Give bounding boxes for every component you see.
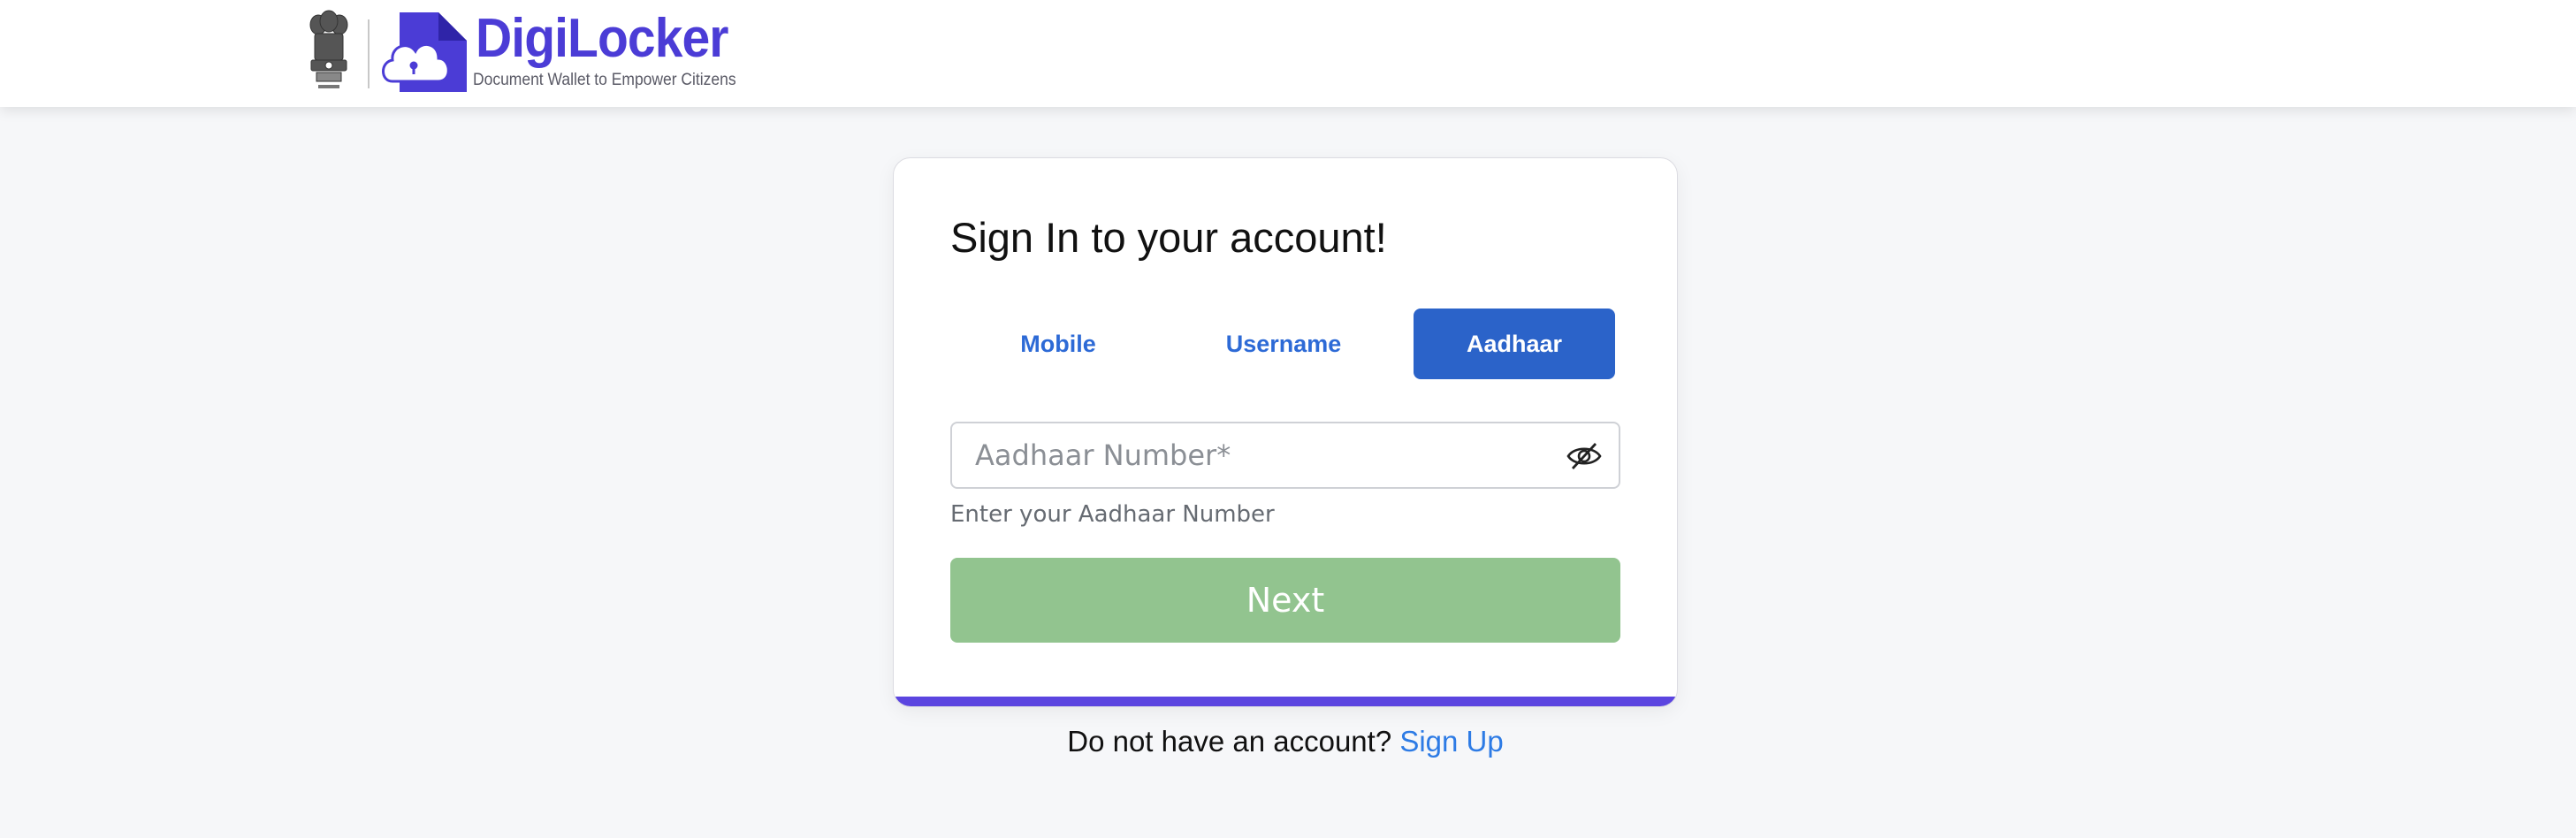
aadhaar-helper-text: Enter your Aadhaar Number [950,501,1275,528]
next-button[interactable]: Next [950,558,1620,643]
brand-name: DigiLocker [476,8,729,69]
signup-link[interactable]: Sign Up [1399,725,1503,758]
tab-mobile[interactable]: Mobile [950,309,1166,379]
brand-tagline: Document Wallet to Empower Citizens [473,71,736,89]
top-header: DigiLocker Document Wallet to Empower Ci… [0,0,2576,107]
signup-prompt-text: Do not have an account? [1067,725,1400,758]
signin-card: Sign In to your account! Mobile Username… [893,157,1678,707]
page-title: Sign In to your account! [950,214,1387,261]
eye-slash-icon[interactable] [1566,440,1603,472]
card-accent-bar [894,697,1677,706]
aadhaar-number-input[interactable] [952,423,1553,487]
login-method-tabs: Mobile Username Aadhaar [950,309,1619,379]
tab-aadhaar[interactable]: Aadhaar [1414,309,1615,379]
aadhaar-field [950,422,1620,489]
digilocker-cloud-lock-icon [382,12,467,92]
tab-username[interactable]: Username [1176,309,1391,379]
national-emblem-icon [309,10,348,88]
header-divider [368,19,370,88]
signup-prompt: Do not have an account? Sign Up [893,725,1678,758]
